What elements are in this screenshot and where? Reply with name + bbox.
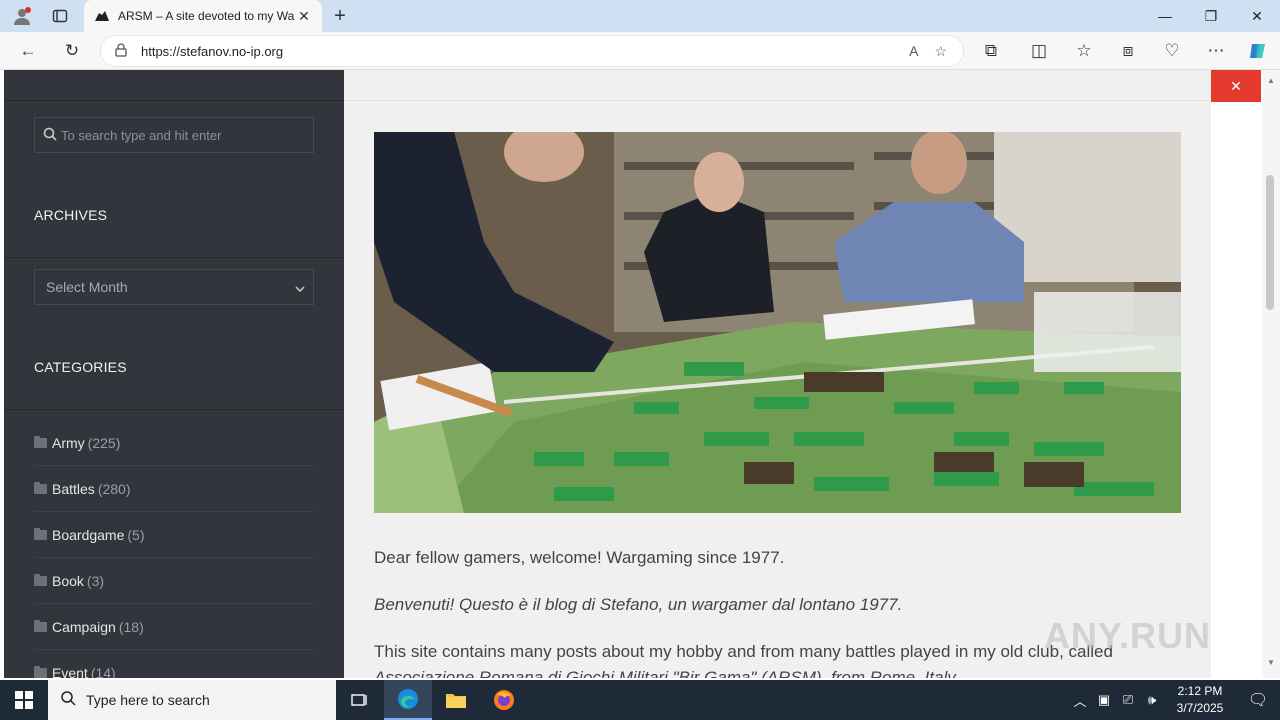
extensions-icon[interactable]: ⧉: [975, 36, 1007, 66]
category-item-event[interactable]: Event (14): [34, 650, 314, 678]
category-item-book[interactable]: Book (3): [34, 558, 314, 604]
category-count: (225): [87, 434, 121, 451]
category-item-boardgame[interactable]: Boardgame (5): [34, 512, 314, 558]
close-menu-button[interactable]: ✕: [1211, 70, 1261, 102]
sidebar-topbar: [4, 70, 344, 101]
taskbar-search[interactable]: Type here to search: [48, 680, 336, 720]
clock[interactable]: 2:12 PM 3/7/2025: [1164, 683, 1236, 717]
archives-title: ARCHIVES: [34, 207, 108, 223]
split-screen-icon[interactable]: ◫: [1023, 36, 1055, 66]
clock-time: 2:12 PM: [1177, 684, 1223, 698]
close-icon: ✕: [1230, 77, 1242, 94]
folder-icon: [34, 527, 47, 540]
category-item-army[interactable]: Army (225): [34, 420, 314, 466]
search-icon: [60, 690, 76, 711]
browser-toolbar: ← ↻ https://stefanov.no-ip.org A ☆ ⧉ ◫ ☆…: [0, 32, 1280, 70]
category-label[interactable]: Campaign: [52, 619, 116, 635]
chevron-down-icon: [295, 279, 305, 295]
italian-welcome-paragraph: Benvenuti! Questo è il blog di Stefano, …: [374, 595, 903, 614]
more-menu-icon[interactable]: ⋯: [1200, 36, 1232, 66]
site-favicon-icon: [94, 8, 110, 24]
divider: [4, 409, 344, 410]
category-item-battles[interactable]: Battles (280): [34, 466, 314, 512]
start-button[interactable]: [0, 680, 48, 720]
file-explorer-icon[interactable]: [432, 680, 480, 720]
search-placeholder: To search type and hit enter: [61, 127, 222, 143]
favorite-star-icon[interactable]: ☆: [934, 43, 947, 60]
read-aloud-icon[interactable]: A: [909, 43, 918, 59]
task-view-icon[interactable]: [336, 680, 384, 720]
category-label[interactable]: Battles: [52, 481, 95, 497]
volume-icon[interactable]: 🕪: [1140, 692, 1164, 708]
folder-icon: [34, 665, 47, 678]
lock-icon: [115, 42, 127, 60]
windows-taskbar: Type here to search ︿ ▣ ⎚ 🕪 2:12 PM 3/7/…: [0, 680, 1280, 720]
category-count: (280): [97, 480, 131, 497]
folder-icon: [34, 573, 47, 586]
scroll-up-icon[interactable]: ▲: [1265, 76, 1277, 85]
window-controls: — ❐ ✕: [1142, 0, 1280, 32]
restore-icon[interactable]: ❐: [1188, 0, 1234, 32]
search-input[interactable]: To search type and hit enter: [34, 117, 314, 153]
back-icon[interactable]: ←: [12, 36, 44, 66]
archives-select-value: Select Month: [46, 279, 128, 295]
tab-title: ARSM – A site devoted to my Wa: [118, 9, 295, 23]
url-text[interactable]: https://stefanov.no-ip.org: [141, 44, 909, 59]
scroll-down-icon[interactable]: ▼: [1265, 658, 1277, 667]
category-label[interactable]: Event: [52, 665, 88, 679]
chevron-up-icon[interactable]: ︿: [1068, 691, 1092, 710]
browser-essentials-icon[interactable]: ♡: [1156, 36, 1188, 66]
scroll-thumb[interactable]: [1266, 175, 1274, 310]
category-label[interactable]: Book: [52, 573, 84, 589]
category-count: (3): [86, 572, 105, 589]
anyrun-watermark: ANY.RUN: [1044, 615, 1211, 656]
refresh-icon[interactable]: ↻: [56, 36, 88, 66]
category-count: (14): [90, 664, 116, 679]
firefox-icon[interactable]: [480, 680, 528, 720]
folder-icon: [34, 435, 47, 448]
club-name-paragraph: Associazione Romana di Giochi Militari "…: [374, 668, 960, 678]
content-topbar: [344, 70, 1211, 101]
sidebar: To search type and hit enter ARCHIVES Se…: [4, 70, 344, 678]
taskbar-search-placeholder: Type here to search: [86, 692, 210, 708]
category-count: (5): [127, 526, 145, 543]
tab-close-icon[interactable]: ✕: [296, 8, 312, 25]
wargame-photo: [374, 132, 1181, 513]
folder-icon: [34, 481, 47, 494]
page-scrollbar[interactable]: ▲ ▼: [1262, 70, 1280, 678]
categories-title: CATEGORIES: [34, 359, 127, 375]
category-label[interactable]: Boardgame: [52, 527, 124, 543]
notifications-icon[interactable]: 🗨: [1236, 690, 1280, 710]
search-icon: [43, 127, 57, 144]
category-count: (18): [118, 618, 144, 635]
edge-taskbar-icon[interactable]: [384, 680, 432, 720]
right-margin: [1211, 70, 1263, 678]
network-icon[interactable]: ⎚: [1116, 692, 1140, 708]
archives-select[interactable]: Select Month: [34, 269, 314, 305]
new-tab-button[interactable]: +: [324, 1, 356, 31]
system-tray: ︿ ▣ ⎚ 🕪 2:12 PM 3/7/2025 🗨: [1068, 680, 1280, 720]
minimize-icon[interactable]: —: [1142, 0, 1188, 32]
divider: [4, 257, 344, 258]
copilot-icon[interactable]: [1242, 36, 1274, 66]
favorites-icon[interactable]: ☆: [1068, 36, 1100, 66]
tab-actions-icon[interactable]: [44, 1, 76, 31]
welcome-paragraph: Dear fellow gamers, welcome! Wargaming s…: [374, 548, 785, 567]
clock-date: 3/7/2025: [1176, 701, 1224, 715]
profile-icon[interactable]: [6, 1, 38, 31]
close-window-icon[interactable]: ✕: [1234, 0, 1280, 32]
main-content: Dear fellow gamers, welcome! Wargaming s…: [344, 70, 1211, 678]
address-bar[interactable]: https://stefanov.no-ip.org A ☆: [100, 35, 964, 67]
device-icon[interactable]: ▣: [1092, 692, 1116, 708]
category-item-campaign[interactable]: Campaign (18): [34, 604, 314, 650]
active-tab[interactable]: ARSM – A site devoted to my Wa ✕: [84, 0, 322, 32]
folder-icon: [34, 619, 47, 632]
category-label[interactable]: Army: [52, 435, 85, 451]
site-description-paragraph: This site contains many posts about my h…: [374, 642, 1113, 661]
collections-icon[interactable]: ⧈: [1112, 36, 1144, 66]
browser-tab-strip: ARSM – A site devoted to my Wa ✕ + — ❐ ✕: [0, 0, 1280, 32]
